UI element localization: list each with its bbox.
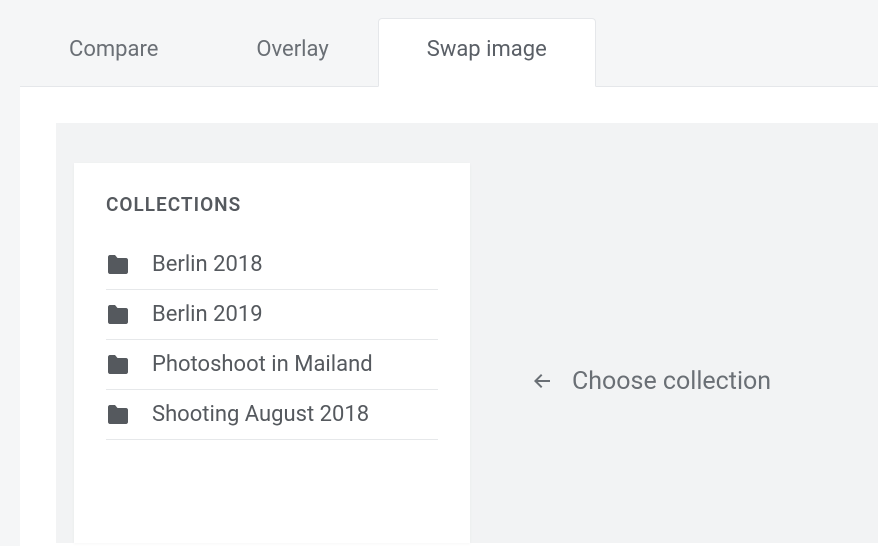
tab-compare[interactable]: Compare bbox=[20, 18, 207, 87]
folder-icon bbox=[106, 405, 130, 425]
collections-panel: COLLECTIONS Berlin 2018 Berlin 2019 Phot… bbox=[74, 163, 470, 543]
choose-collection-text: Choose collection bbox=[572, 367, 771, 396]
tab-label: Swap image bbox=[427, 37, 547, 62]
collections-heading: COLLECTIONS bbox=[106, 193, 438, 216]
tab-bar: Compare Overlay Swap image bbox=[0, 0, 878, 87]
swap-image-panel: COLLECTIONS Berlin 2018 Berlin 2019 Phot… bbox=[56, 123, 878, 543]
folder-icon bbox=[106, 255, 130, 275]
collection-label: Shooting August 2018 bbox=[152, 402, 369, 427]
collection-item-berlin-2018[interactable]: Berlin 2018 bbox=[106, 240, 438, 290]
collection-label: Berlin 2018 bbox=[152, 252, 263, 277]
tab-overlay[interactable]: Overlay bbox=[207, 18, 377, 87]
choose-collection-hint: Choose collection bbox=[530, 163, 771, 543]
collection-label: Berlin 2019 bbox=[152, 302, 263, 327]
collection-item-shooting-august-2018[interactable]: Shooting August 2018 bbox=[106, 390, 438, 440]
folder-icon bbox=[106, 305, 130, 325]
folder-icon bbox=[106, 355, 130, 375]
tab-label: Overlay bbox=[256, 37, 328, 62]
tab-content: COLLECTIONS Berlin 2018 Berlin 2019 Phot… bbox=[20, 86, 878, 546]
tab-swap-image[interactable]: Swap image bbox=[378, 18, 596, 87]
tab-label: Compare bbox=[69, 37, 158, 62]
arrow-left-icon bbox=[530, 369, 554, 393]
collection-label: Photoshoot in Mailand bbox=[152, 352, 373, 377]
collection-item-photoshoot-in-mailand[interactable]: Photoshoot in Mailand bbox=[106, 340, 438, 390]
collection-item-berlin-2019[interactable]: Berlin 2019 bbox=[106, 290, 438, 340]
